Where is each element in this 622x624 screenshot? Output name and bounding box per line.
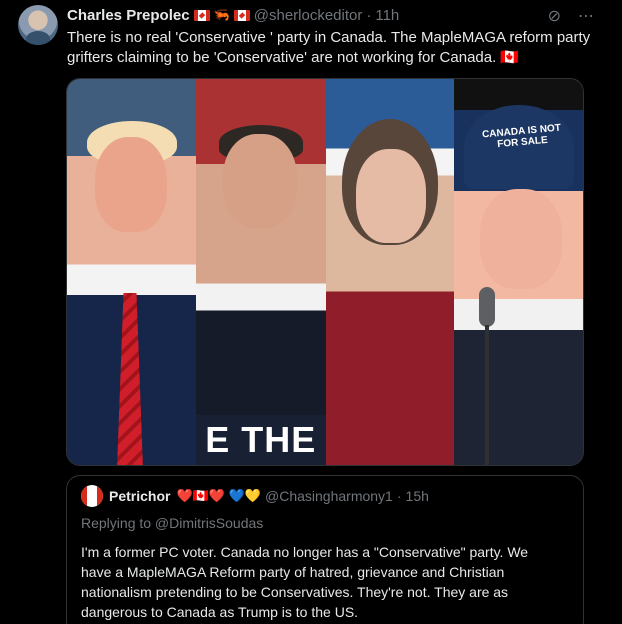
quoted-author-handle[interactable]: @Chasingharmony1 [265,488,393,504]
face [356,149,426,243]
face [95,137,167,232]
quoted-post-text: I'm a former PC voter. Canada no longer … [81,544,529,620]
shrimp-icon: 🦐 [213,7,230,22]
face [222,134,297,228]
photo-panel-2: E THE [195,79,326,465]
post-header: Charles Prepolec 🦐 @sherlockeditor · 11h [67,5,399,25]
tweet: Charles Prepolec 🦐 @sherlockeditor · 11h… [0,0,622,624]
quoted-author-name[interactable]: Petrichor [109,488,170,504]
time-separator: · [366,6,372,24]
photo-panel-4: CANADA IS NOT FOR SALE [453,79,583,465]
post-media[interactable]: E THE CANADA IS NOT FOR SALE [66,78,584,466]
face [479,189,562,289]
author-name[interactable]: Charles Prepolec [67,7,190,24]
photo-panel-1 [67,79,196,465]
author-avatar[interactable] [18,5,58,45]
quoted-time-separator: · [396,488,402,504]
author-handle[interactable]: @sherlockeditor [254,7,363,24]
quoted-post-header: Petrichor ❤️🇨🇦❤️ 💙💛 @Chasingharmony1 · 1… [81,485,429,507]
grok-icon[interactable]: ⊘ [548,6,561,26]
quoted-post-time[interactable]: 15h [406,488,429,504]
red-tie [117,293,143,465]
more-icon[interactable]: ⋯ [578,6,594,26]
post-text: There is no real 'Conservative ' party i… [67,29,591,66]
microphone [478,287,495,465]
post-time[interactable]: 11h [375,7,399,24]
replying-to[interactable]: Replying to @DimitrisSoudas [81,515,263,531]
canada-flag-icon [193,9,210,21]
photo-panel-3 [326,79,454,465]
media-caption: E THE [195,415,326,465]
canada-flag-icon [233,9,250,21]
post-actions: ⊘ ⋯ [548,6,594,26]
quoted-author-avatar[interactable] [81,485,103,507]
quoted-author-emojis: ❤️🇨🇦❤️ 💙💛 [176,488,262,503]
quoted-post[interactable]: Petrichor ❤️🇨🇦❤️ 💙💛 @Chasingharmony1 · 1… [66,475,584,624]
